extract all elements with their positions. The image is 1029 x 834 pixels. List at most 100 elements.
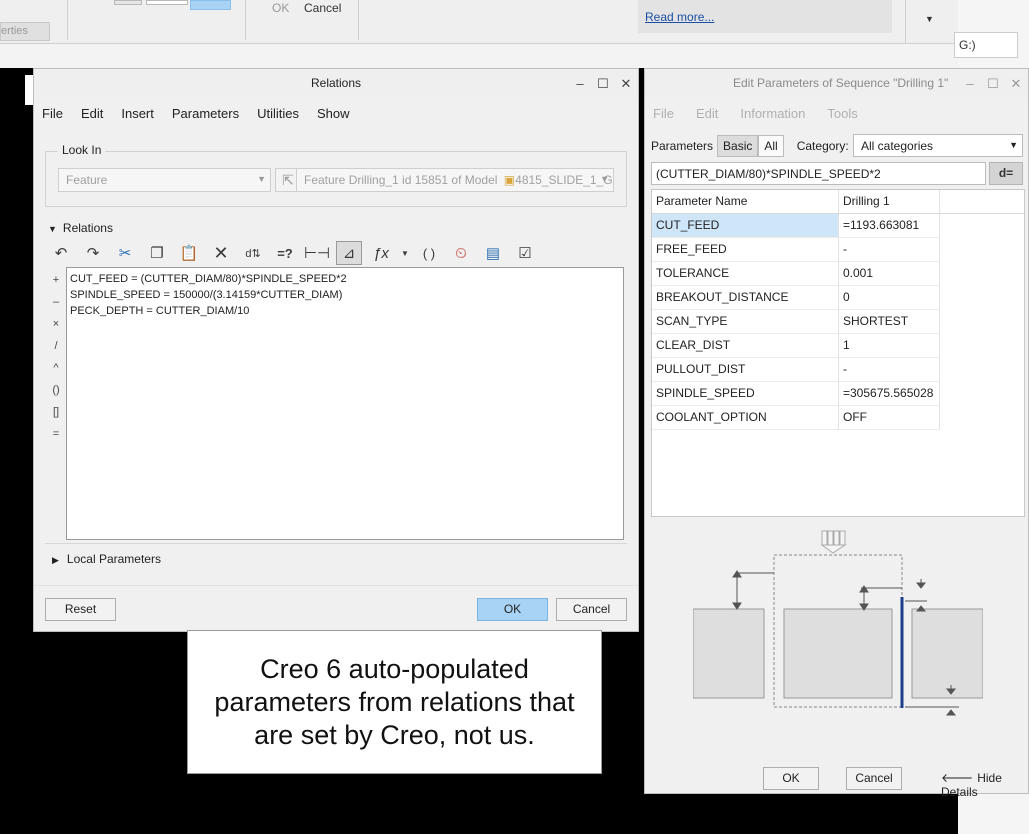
parameter-value[interactable]: - [839,238,940,262]
menu-file[interactable]: File [42,106,63,121]
show-values-icon[interactable]: ⊿ [336,241,362,265]
background-properties-tab[interactable]: erties [0,22,50,41]
look-in-type-select[interactable]: Feature ▼ [58,168,271,192]
maximize-icon[interactable]: ☐ [987,69,999,98]
ribbon-control-highlight[interactable] [190,0,231,10]
dialog-title: Edit Parameters of Sequence "Drilling 1" [733,76,949,90]
minimize-icon[interactable]: – [964,69,976,98]
parameter-table: Parameter Name Drilling 1 CUT_FEED =1193… [651,189,1025,517]
table-row[interactable]: CUT_FEED =1193.663081 [652,214,1024,238]
units-icon[interactable]: ▤ [480,241,506,265]
background-cancel-button[interactable]: Cancel [304,1,341,15]
close-icon[interactable]: ✕ [1010,69,1022,98]
read-more-link[interactable]: Read more... [645,10,714,24]
relations-titlebar[interactable]: Relations – ☐ ✕ [34,69,638,98]
parameter-name: COOLANT_OPTION [652,406,839,430]
operator-power[interactable]: ^ [48,357,64,379]
operator-multiply[interactable]: × [48,313,64,335]
function-icon[interactable]: ƒx [368,241,394,265]
look-in-model-value: 4815_SLIDE_1_G [515,173,613,187]
parameter-value[interactable]: 0.001 [839,262,940,286]
parameter-name: FREE_FEED [652,238,839,262]
switch-dimensions-icon[interactable]: d⇅ [240,241,266,265]
table-row[interactable]: PULLOUT_DIST - [652,358,1024,382]
parameter-value[interactable]: 1 [839,334,940,358]
parameter-value[interactable]: 0 [839,286,940,310]
parameter-name: SPINDLE_SPEED [652,382,839,406]
parameter-name: CLEAR_DIST [652,334,839,358]
chevron-down-icon[interactable]: ▼ [925,14,934,24]
operator-equals[interactable]: = [48,423,64,445]
menu-edit[interactable]: Edit [81,106,103,121]
cut-icon[interactable]: ✂ [112,241,138,265]
operator-brackets[interactable]: [] [48,401,64,423]
ribbon-control[interactable] [114,0,142,5]
menu-file[interactable]: File [653,106,674,121]
ribbon-control[interactable] [146,0,188,5]
insert-dimension-icon[interactable]: ⊢⊣ [304,241,330,265]
maximize-icon[interactable]: ☐ [597,69,609,98]
parameter-value[interactable]: =305675.565028 [839,382,940,406]
table-row[interactable]: CLEAR_DIST 1 [652,334,1024,358]
redo-icon[interactable]: ↷ [80,241,106,265]
table-row[interactable]: TOLERANCE 0.001 [652,262,1024,286]
background-drive-field[interactable]: G:) [954,32,1018,58]
expression-field[interactable]: (CUTTER_DIAM/80)*SPINDLE_SPEED*2 [651,162,986,185]
ok-button[interactable]: OK [477,598,548,621]
table-row[interactable]: SPINDLE_SPEED =305675.565028 [652,382,1024,406]
edit-parameters-titlebar[interactable]: Edit Parameters of Sequence "Drilling 1"… [645,69,1028,98]
relations-menubar: File Edit Insert Parameters Utilities Sh… [34,98,638,128]
menu-information[interactable]: Information [740,106,805,121]
background-ok-button[interactable]: OK [272,1,289,15]
cancel-button[interactable]: Cancel [556,598,627,621]
column-header-value[interactable]: Drilling 1 [839,190,940,213]
table-row[interactable]: BREAKOUT_DISTANCE 0 [652,286,1024,310]
menu-tools[interactable]: Tools [827,106,857,121]
ok-button[interactable]: OK [763,767,819,790]
operator-plus[interactable]: + [48,269,64,291]
menu-utilities[interactable]: Utilities [257,106,299,121]
parentheses-icon[interactable]: ( ) [416,241,442,265]
reset-button[interactable]: Reset [45,598,116,621]
category-select[interactable]: All categories ▼ [853,134,1023,157]
operator-divide[interactable]: / [48,335,64,357]
column-header-name[interactable]: Parameter Name [652,190,839,213]
minimize-icon[interactable]: – [574,69,586,98]
drilling-diagram [693,530,983,716]
parameter-value[interactable]: OFF [839,406,940,430]
hide-details-button[interactable]: 🡐 Hide Details [941,770,1028,799]
sort-relations-icon[interactable]: ⏲ [448,241,474,265]
parameter-value[interactable]: =1193.663081 [839,214,940,238]
menu-parameters[interactable]: Parameters [172,106,239,121]
table-row[interactable]: FREE_FEED - [652,238,1024,262]
undo-icon[interactable]: ↶ [48,241,74,265]
table-row[interactable]: COOLANT_OPTION OFF [652,406,1024,430]
operator-minus[interactable]: – [48,291,64,313]
ribbon-divider [905,0,906,44]
copy-icon[interactable]: ❐ [144,241,170,265]
evaluate-icon[interactable]: =? [272,241,298,265]
look-in-feature-select[interactable]: Feature Drilling_1 id 15851 of Model ▣48… [296,168,614,192]
parameter-value[interactable]: SHORTEST [839,310,940,334]
filter-all-button[interactable]: All [758,135,784,157]
paste-icon[interactable]: 📋 [176,241,202,265]
filter-basic-button[interactable]: Basic [717,135,759,157]
local-parameters-toggle[interactable]: ▶ Local Parameters [52,552,161,566]
triangle-down-icon: ▼ [48,224,57,234]
relation-mode-button[interactable]: d= [989,162,1023,185]
relations-editor[interactable]: CUT_FEED = (CUTTER_DIAM/80)*SPINDLE_SPEE… [66,267,624,540]
operator-parens[interactable]: () [48,379,64,401]
delete-icon[interactable]: ✕ [208,241,234,265]
menu-insert[interactable]: Insert [121,106,154,121]
relations-section-header[interactable]: ▼ Relations [48,221,113,235]
cancel-button[interactable]: Cancel [846,767,902,790]
relation-line: SPINDLE_SPEED = 150000/(3.14159*CUTTER_D… [70,289,343,301]
parameter-value[interactable]: - [839,358,940,382]
menu-edit[interactable]: Edit [696,106,718,121]
close-icon[interactable]: ✕ [620,69,632,98]
verify-icon[interactable]: ☑ [512,241,538,265]
chevron-down-icon[interactable]: ▼ [400,241,410,265]
table-row[interactable]: SCAN_TYPE SHORTEST [652,310,1024,334]
parameter-name: CUT_FEED [652,214,839,238]
menu-show[interactable]: Show [317,106,350,121]
